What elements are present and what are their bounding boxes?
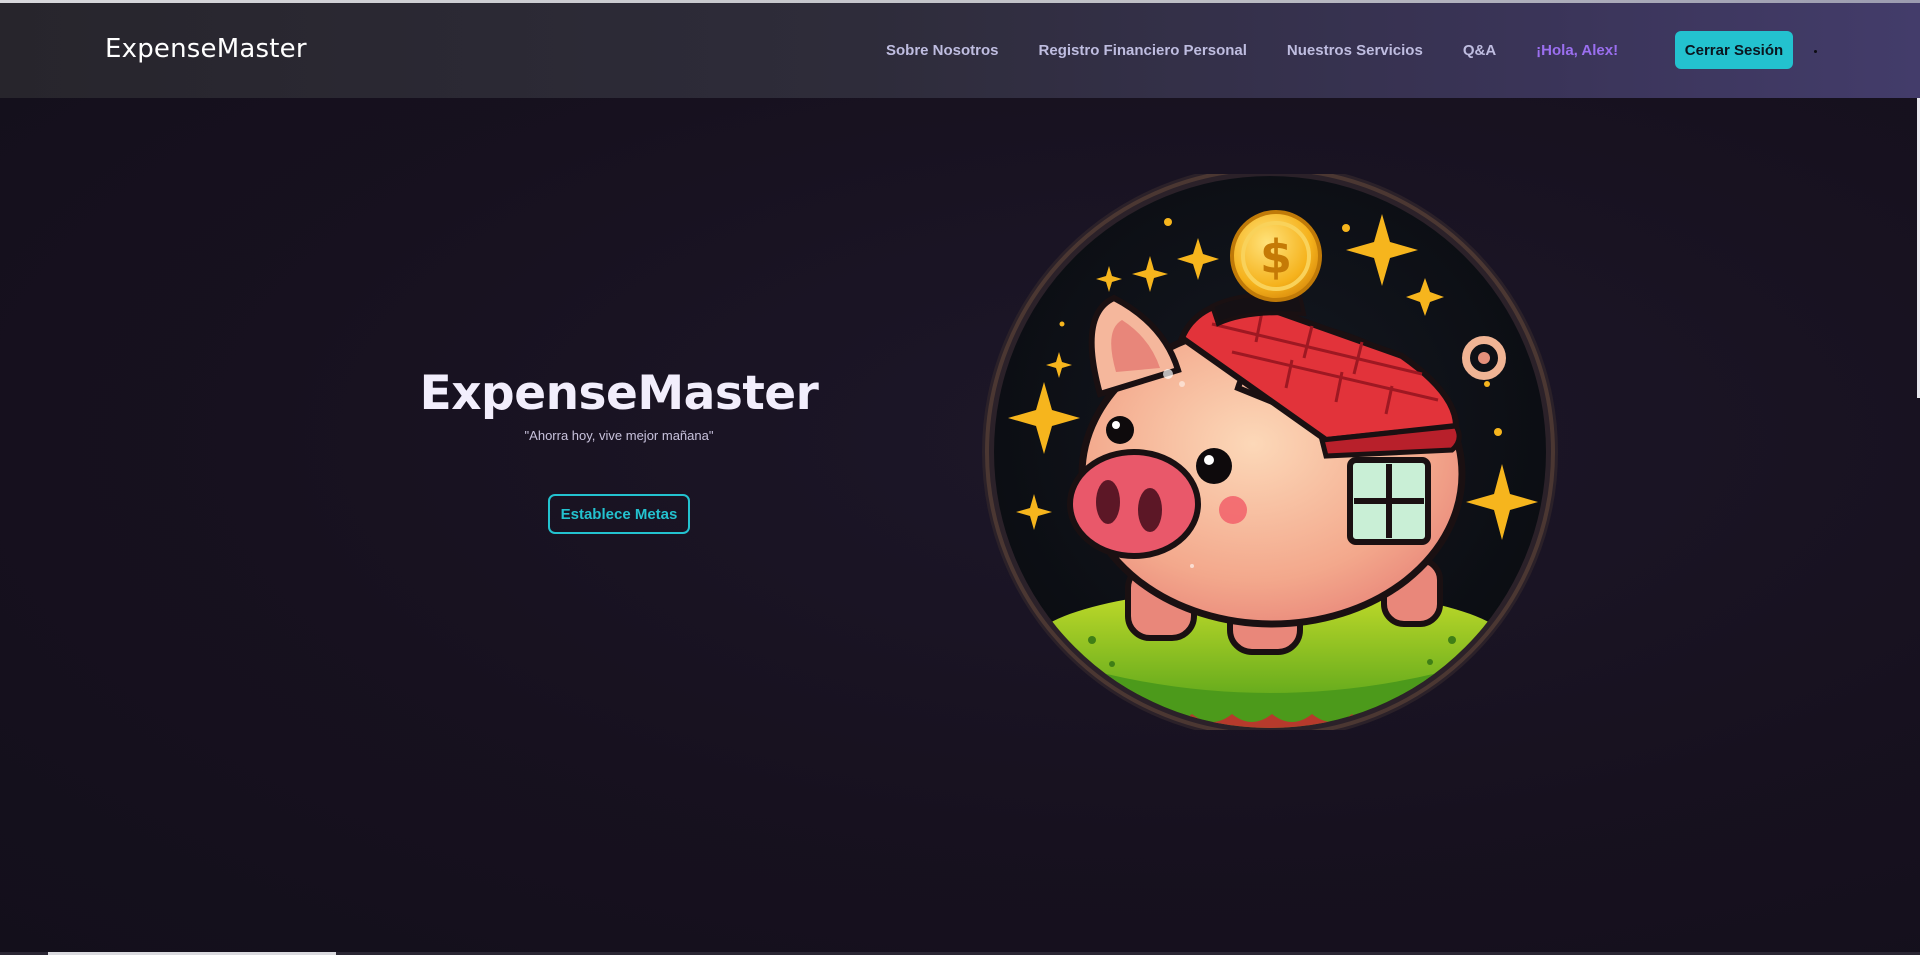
nav-link-personal-finance[interactable]: Registro Financiero Personal [1039, 42, 1247, 59]
nav-link-about[interactable]: Sobre Nosotros [886, 42, 999, 59]
nav-link-services[interactable]: Nuestros Servicios [1287, 42, 1423, 59]
set-goals-button[interactable]: Establece Metas [548, 494, 690, 534]
piggy-bank-house-coin-illustration: $ [982, 174, 1558, 730]
nav-link-qa[interactable]: Q&A [1463, 42, 1496, 59]
svg-text:$: $ [1260, 230, 1292, 284]
logout-button[interactable]: Cerrar Sesión [1675, 31, 1793, 69]
user-greeting[interactable]: ¡Hola, Alex! [1536, 42, 1618, 59]
nav-links: Sobre Nosotros Registro Financiero Perso… [886, 42, 1618, 59]
page: ExpenseMaster Sobre Nosotros Registro Fi… [0, 0, 1920, 955]
navbar: ExpenseMaster Sobre Nosotros Registro Fi… [0, 3, 1920, 98]
brand-logo[interactable]: ExpenseMaster [105, 34, 307, 64]
hero-section: ExpenseMaster "Ahorra hoy, vive mejor ma… [0, 98, 1920, 952]
nav-dot [1814, 50, 1817, 53]
